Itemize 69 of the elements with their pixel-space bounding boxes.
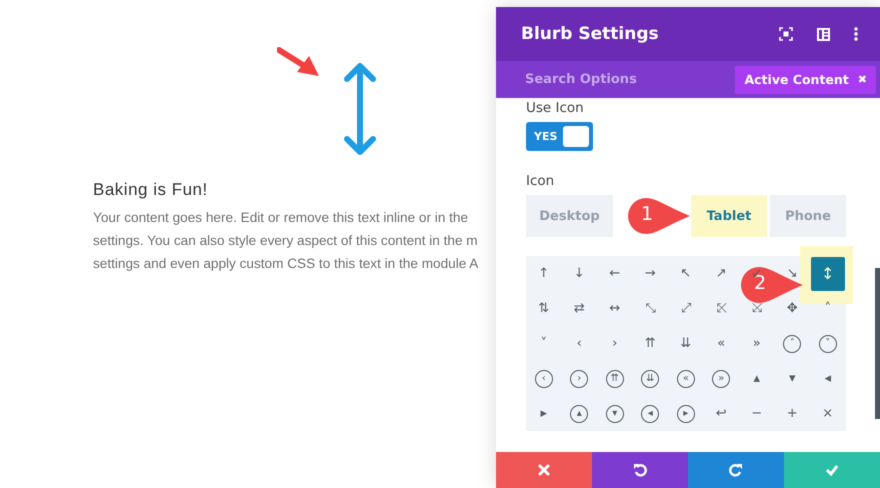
icon-option[interactable]: ⇈ bbox=[641, 334, 660, 352]
cancel-icon bbox=[537, 463, 551, 477]
layout-icon[interactable] bbox=[817, 28, 830, 40]
icon-option[interactable]: → bbox=[641, 264, 660, 282]
icon-option[interactable]: › bbox=[606, 334, 624, 352]
icon-option[interactable]: ⇊ bbox=[641, 370, 660, 388]
icon-option[interactable]: ◂ bbox=[818, 370, 837, 388]
icon-option[interactable]: ⇈ bbox=[606, 370, 624, 388]
icon-option[interactable]: × bbox=[818, 404, 837, 422]
icon-option[interactable]: ˅ bbox=[534, 334, 553, 352]
icon-option[interactable]: » bbox=[712, 370, 730, 388]
focus-icon[interactable] bbox=[779, 27, 793, 41]
icon-option[interactable]: › bbox=[570, 370, 588, 388]
icon-option[interactable]: « bbox=[676, 370, 695, 388]
icon-option[interactable]: ↕ bbox=[810, 256, 845, 290]
icon-option[interactable]: ▾ bbox=[783, 370, 802, 388]
redo-icon bbox=[729, 463, 743, 477]
icon-option[interactable]: ↑ bbox=[534, 264, 553, 282]
icon-option[interactable]: ↩ bbox=[712, 404, 730, 422]
icon-option[interactable]: ▸ bbox=[534, 404, 553, 422]
cancel-button[interactable] bbox=[496, 452, 592, 488]
arrow-pointer bbox=[277, 46, 321, 78]
body-text-line: settings. You can also style every aspect of this content in the m bbox=[93, 232, 478, 250]
field-label: Use Icon bbox=[526, 100, 585, 118]
redo-button[interactable] bbox=[688, 452, 784, 488]
icon-option[interactable]: ⤡ bbox=[641, 300, 660, 318]
icon-option[interactable]: ← bbox=[606, 264, 624, 282]
icon-option[interactable]: ⤩ bbox=[748, 300, 766, 318]
icon-option[interactable]: ˄ bbox=[783, 334, 802, 352]
icon-option[interactable]: ◂ bbox=[641, 404, 660, 422]
icon-option[interactable]: ⇅ bbox=[534, 300, 553, 318]
icon-option[interactable]: ↘ bbox=[783, 264, 802, 282]
icon-option[interactable]: ✥ bbox=[783, 300, 802, 318]
scroll-bar[interactable] bbox=[875, 268, 880, 419]
device-tab[interactable]: Tablet bbox=[691, 195, 767, 237]
icon-option[interactable]: ⤪ bbox=[712, 300, 730, 318]
icon-option[interactable]: ⤢ bbox=[676, 300, 695, 318]
icon-option[interactable]: + bbox=[783, 404, 802, 422]
panel-title: Blurb Settings bbox=[521, 24, 659, 44]
icon-option[interactable]: ▸ bbox=[676, 404, 695, 422]
body-text-line: settings and even apply custom CSS to this text in the module A bbox=[93, 255, 478, 273]
icon-option[interactable]: ‹ bbox=[534, 370, 553, 388]
field-label: Icon bbox=[526, 173, 556, 191]
icon-option[interactable]: ▴ bbox=[748, 370, 766, 388]
icon-option[interactable]: ˄ bbox=[818, 300, 837, 318]
icon-option[interactable]: ⇊ bbox=[676, 334, 695, 352]
icon-option[interactable]: « bbox=[712, 334, 730, 352]
icon-option[interactable]: ˅ bbox=[818, 334, 837, 352]
undo-button[interactable] bbox=[592, 452, 688, 488]
toggle-switch[interactable]: YES bbox=[526, 122, 593, 151]
icon-option[interactable]: ↗ bbox=[712, 264, 730, 282]
icon-option[interactable]: » bbox=[748, 334, 766, 352]
icon-option[interactable]: ‹ bbox=[570, 334, 588, 352]
blurb-heading: Baking is Fun! bbox=[93, 180, 208, 200]
up-down-arrow-icon bbox=[344, 62, 376, 156]
more-icon[interactable] bbox=[854, 27, 858, 41]
undo-icon bbox=[633, 463, 647, 477]
icon-option[interactable]: ↔ bbox=[606, 300, 624, 318]
callout-badge: 1 bbox=[626, 196, 692, 236]
search-field[interactable]: Search Options bbox=[496, 72, 685, 87]
icon-option[interactable]: ▾ bbox=[606, 404, 624, 422]
icon-option[interactable]: ↓ bbox=[570, 264, 588, 282]
body-text-line: Your content goes here. Edit or remove this text inline or in the bbox=[93, 209, 470, 227]
icon-option[interactable]: ↖ bbox=[676, 264, 695, 282]
icon-option[interactable]: − bbox=[748, 404, 766, 422]
icon-option[interactable]: ▴ bbox=[570, 404, 588, 422]
icon-option[interactable]: ⇄ bbox=[570, 300, 588, 318]
active-content-button[interactable]: Active Content ✖ bbox=[735, 66, 876, 94]
check-icon bbox=[825, 463, 839, 477]
